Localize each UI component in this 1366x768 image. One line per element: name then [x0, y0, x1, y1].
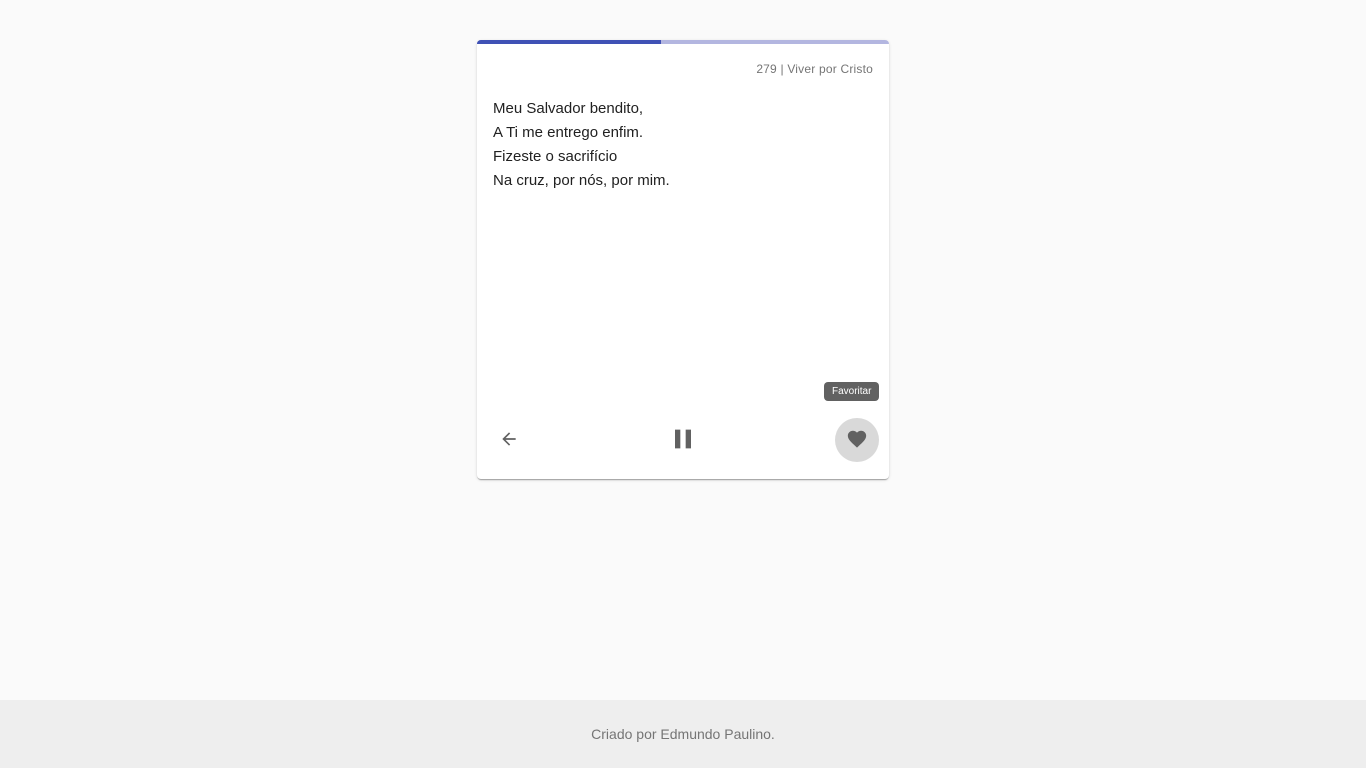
back-button[interactable] — [487, 418, 531, 462]
lyrics-line: Meu Salvador bendito, — [493, 100, 644, 117]
hymn-title: 279 | Viver por Cristo — [756, 62, 873, 76]
lyrics-line: Na cruz, por nós, por mim. — [493, 172, 670, 189]
favorite-button[interactable] — [835, 418, 879, 462]
progress-bar-fill — [477, 40, 662, 44]
footer: Criado por Edmundo Paulino. — [0, 700, 1366, 768]
lyrics-line: A Ti me entrego enfim. — [493, 124, 644, 141]
lyrics-line: Fizeste o sacrifício — [493, 148, 618, 165]
progress-bar — [477, 40, 889, 44]
app-page: 279 | Viver por Cristo Meu Salvador bend… — [0, 0, 1366, 768]
arrow-back-icon — [499, 429, 519, 452]
pause-button[interactable] — [661, 418, 705, 462]
heart-icon — [846, 428, 868, 453]
favorite-tooltip: Favoritar — [824, 382, 880, 401]
lyrics-stanza: Meu Salvador bendito, A Ti me entrego en… — [493, 97, 873, 193]
footer-credit: Criado por Edmundo Paulino. — [591, 726, 775, 742]
hymn-card: 279 | Viver por Cristo Meu Salvador bend… — [477, 40, 889, 479]
pause-icon — [667, 423, 699, 458]
player-controls — [477, 418, 889, 466]
